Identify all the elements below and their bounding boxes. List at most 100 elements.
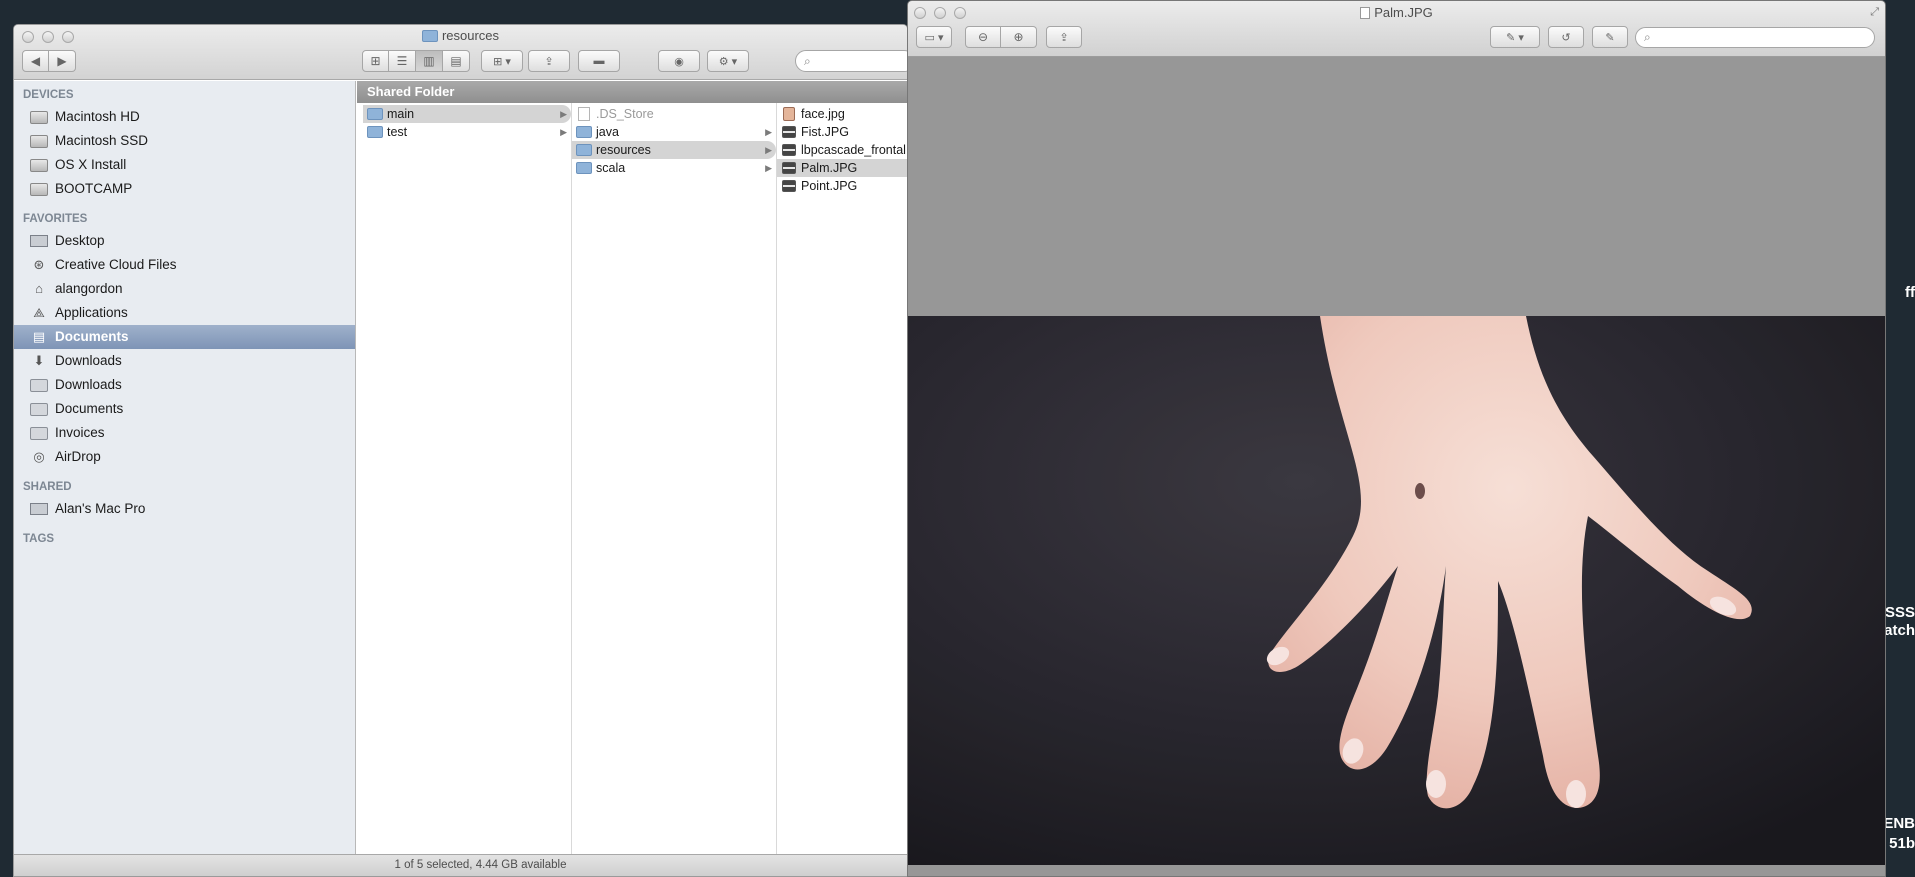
back-button[interactable]: ◀	[22, 50, 49, 72]
disclosure-arrow-icon: ▶	[765, 127, 772, 137]
mole-mark	[1415, 483, 1425, 499]
rotate-button[interactable]: ↺	[1548, 26, 1584, 48]
pen-icon: ✎ ▾	[1506, 31, 1524, 44]
sidebar-item-alans-mac-pro[interactable]: Alan's Mac Pro	[14, 497, 355, 521]
image-file-icon	[782, 162, 796, 174]
icon-view-button[interactable]: ⊞	[362, 50, 389, 72]
sidebar-item-downloads-folder[interactable]: Downloads	[14, 373, 355, 397]
sidebar-item-os-x-install[interactable]: OS X Install	[14, 153, 355, 177]
list-item[interactable]: test ▶	[363, 123, 571, 141]
forward-button[interactable]: ▶	[49, 50, 76, 72]
preview-bottom-edge	[908, 865, 1885, 876]
sidebar-item-airdrop[interactable]: ◎ AirDrop	[14, 445, 355, 469]
list-view-button[interactable]: ☰	[389, 50, 416, 72]
zoom-out-icon: ⊖	[977, 30, 989, 44]
folder-icon	[367, 126, 383, 138]
hard-disk-icon	[30, 159, 48, 172]
sidebar-item-macintosh-hd[interactable]: Macintosh HD	[14, 105, 355, 129]
list-item[interactable]: Fist.JPG	[777, 123, 907, 141]
folder-icon	[30, 403, 48, 416]
sidebar-item-documents-folder[interactable]: Documents	[14, 397, 355, 421]
list-item[interactable]: face.jpg	[777, 105, 907, 123]
sidebar-item-desktop[interactable]: Desktop	[14, 229, 355, 253]
search-icon: ⌕	[804, 54, 811, 68]
sidebar-header-favorites: FAVORITES	[23, 213, 88, 225]
folder-icon	[367, 108, 383, 120]
disclosure-arrow-icon: ▶	[765, 163, 772, 173]
zoom-in-button[interactable]: ⊕	[1001, 26, 1037, 48]
cover-flow-button[interactable]: ▤	[443, 50, 470, 72]
quick-look-button[interactable]: ◉	[658, 50, 700, 72]
sidebar-item-bootcamp[interactable]: BOOTCAMP	[14, 177, 355, 201]
search-field[interactable]: ⌕	[1635, 27, 1875, 48]
sidebar-item-documents[interactable]: ▤ Documents	[14, 325, 355, 349]
share-button[interactable]: ⇪	[1046, 26, 1082, 48]
sidebar-item-invoices[interactable]: Invoices	[14, 421, 355, 445]
image-file-icon	[1360, 7, 1371, 19]
preview-window: Palm.JPG ⤢ ▭ ▾ ⊖ ⊕ ⇪ ✎ ▾ ↺ ✎ ⌕	[907, 0, 1886, 877]
zoom-out-button[interactable]: ⊖	[965, 26, 1001, 48]
sidebar-header-devices: DEVICES	[23, 89, 74, 101]
sidebar-item-alangordon[interactable]: ⌂ alangordon	[14, 277, 355, 301]
sidebar: DEVICES Macintosh HD Macintosh SSD OS X …	[14, 81, 356, 854]
list-item[interactable]: resources ▶	[572, 141, 776, 159]
markup-button[interactable]: ✎ ▾	[1490, 26, 1540, 48]
creative-cloud-icon: ⊛	[33, 257, 45, 272]
downloads-icon: ⬇	[33, 353, 45, 368]
share-button[interactable]: ⇪	[528, 50, 570, 72]
hand-photo	[908, 316, 1885, 867]
applications-icon: ⟁	[33, 305, 45, 320]
list-item[interactable]: lbpcascade_frontal	[777, 141, 907, 159]
gear-icon: ⚙ ▾	[718, 55, 738, 68]
action-button[interactable]: ⚙ ▾	[707, 50, 749, 72]
list-item[interactable]: Point.JPG	[777, 177, 907, 195]
search-icon: ⌕	[1644, 30, 1651, 44]
tag-icon: ▬	[593, 55, 605, 67]
column-browser: Shared Folder main ▶ test ▶ .DS_Store java…	[357, 81, 907, 854]
finder-toolbar: resources ◀ ▶ ⊞ ☰ ▥ ▤ ⊞ ▾ ⇪ ▬ ◉ ⚙ ▾ ⌕	[14, 25, 907, 80]
list-item[interactable]: Palm.JPG	[777, 159, 907, 177]
column-view-button[interactable]: ▥	[416, 50, 443, 72]
sidebar-header-shared: SHARED	[23, 481, 72, 493]
folder-icon	[576, 126, 592, 138]
sidebar-item-macintosh-ssd[interactable]: Macintosh SSD	[14, 129, 355, 153]
sidebar-toggle-button[interactable]: ▭ ▾	[916, 26, 952, 48]
window-title: Palm.JPG	[908, 5, 1885, 20]
computer-icon	[30, 503, 48, 515]
browser-column-1: main ▶ test ▶	[363, 103, 572, 854]
share-icon: ⇪	[1059, 31, 1069, 44]
list-item[interactable]: scala ▶	[572, 159, 776, 177]
window-title: resources	[14, 28, 907, 43]
fullscreen-icon[interactable]: ⤢	[1870, 6, 1879, 19]
status-bar: 1 of 5 selected, 4.44 GB available	[14, 854, 907, 876]
sidebar-item-downloads[interactable]: ⬇ Downloads	[14, 349, 355, 373]
edit-icon: ✎	[1605, 31, 1615, 44]
folder-icon	[576, 162, 592, 174]
disclosure-arrow-icon: ▶	[560, 109, 567, 119]
path-header: Shared Folder	[357, 81, 907, 103]
edit-toolbar-button[interactable]: ✎	[1592, 26, 1628, 48]
home-icon: ⌂	[35, 281, 43, 296]
disclosure-arrow-icon: ▶	[765, 145, 772, 155]
folder-icon	[30, 427, 48, 440]
image-file-icon	[782, 126, 796, 138]
zoom-in-icon: ⊕	[1013, 30, 1024, 44]
arrange-button[interactable]: ⊞ ▾	[481, 50, 523, 72]
list-item[interactable]: main ▶	[363, 105, 571, 123]
image-canvas[interactable]	[908, 316, 1885, 867]
desktop-icon	[30, 235, 48, 247]
zoom-control: ⊖ ⊕	[965, 26, 1037, 48]
eye-icon: ◉	[674, 55, 684, 68]
sidebar-item-applications[interactable]: ⟁ Applications	[14, 301, 355, 325]
search-field[interactable]: ⌕	[795, 50, 907, 72]
image-file-icon	[783, 107, 795, 121]
browser-column-3: face.jpg Fist.JPG lbpcascade_frontal Pal…	[777, 103, 907, 854]
rotate-icon: ↺	[1561, 31, 1571, 44]
list-item[interactable]: java ▶	[572, 123, 776, 141]
list-item[interactable]: .DS_Store	[572, 105, 776, 123]
tags-button[interactable]: ▬	[578, 50, 620, 72]
sidebar-item-creative-cloud-files[interactable]: ⊛ Creative Cloud Files	[14, 253, 355, 277]
view-mode-control: ⊞ ☰ ▥ ▤	[362, 50, 470, 72]
back-forward-control: ◀ ▶	[22, 50, 76, 72]
folder-icon	[576, 144, 592, 156]
